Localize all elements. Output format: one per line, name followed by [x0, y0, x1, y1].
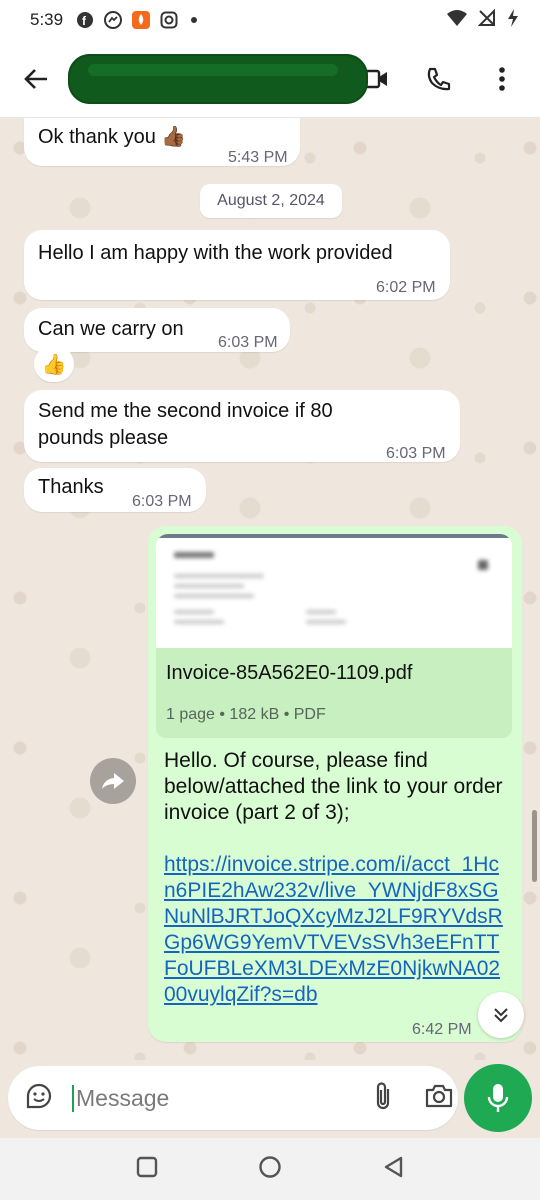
outgoing-message[interactable]: Invoice-85A562E0-1109.pdf 1 page • 182 k…: [148, 526, 522, 1042]
instagram-icon: [159, 10, 179, 30]
square-icon: [136, 1156, 158, 1177]
voice-call-button[interactable]: [420, 61, 456, 97]
emoji-sticker-icon[interactable]: [24, 1081, 54, 1116]
back-nav-button[interactable]: [382, 1155, 404, 1184]
reaction-badge[interactable]: 👍: [34, 346, 74, 382]
chat-area[interactable]: Ok thank you 👍🏾 5:43 PM August 2, 2024 H…: [0, 118, 540, 1060]
wifi-icon: [446, 9, 468, 32]
more-options-button[interactable]: [484, 61, 520, 97]
forward-button[interactable]: [90, 758, 136, 804]
message-text-block: Hello. Of course, please find below/atta…: [164, 748, 504, 1008]
message-text: Ok thank you 👍🏾: [38, 126, 187, 148]
phone-icon: [427, 67, 451, 90]
status-bar: 5:39 f: [0, 0, 540, 40]
message-time: 6:42 PM: [412, 1021, 472, 1038]
no-signal-icon: [477, 8, 496, 32]
incoming-message[interactable]: Ok thank you 👍🏾 5:43 PM: [24, 118, 300, 166]
message-text: Hello I am happy with the work provided: [38, 242, 393, 264]
message-time: 6:03 PM: [386, 445, 446, 462]
message-text: Can we carry on: [38, 318, 184, 340]
triangle-back-icon: [384, 1156, 403, 1177]
message-time: 6:03 PM: [132, 493, 192, 510]
arrow-left-icon: [24, 68, 47, 89]
document-name: Invoice-85A562E0-1109.pdf: [166, 662, 413, 684]
attachment-icon[interactable]: [372, 1081, 394, 1116]
forward-icon: [102, 773, 124, 789]
invoice-link[interactable]: https://invoice.stripe.com/i/acct_1Hcn6P…: [164, 852, 504, 1008]
message-input[interactable]: [72, 1084, 372, 1112]
back-button[interactable]: [14, 57, 58, 101]
microphone-icon: [487, 1084, 509, 1112]
scroll-to-bottom-button[interactable]: [478, 992, 524, 1038]
recents-button[interactable]: [136, 1156, 158, 1183]
date-separator: August 2, 2024: [200, 184, 342, 218]
system-navigation-bar: [0, 1138, 540, 1200]
battery-charging-icon: [506, 8, 520, 33]
status-time: 5:39: [30, 10, 64, 29]
scrollbar[interactable]: [532, 810, 537, 882]
message-composer: [8, 1066, 458, 1130]
messenger-icon: [103, 10, 123, 30]
camera-icon[interactable]: [424, 1083, 454, 1114]
incoming-message[interactable]: Hello I am happy with the work provided …: [24, 230, 450, 300]
message-time: 6:03 PM: [218, 334, 278, 351]
app-notification-icon: [131, 10, 151, 30]
voice-message-button[interactable]: [464, 1064, 532, 1132]
circle-icon: [259, 1155, 281, 1178]
more-options-icon: [499, 66, 505, 91]
document-attachment[interactable]: Invoice-85A562E0-1109.pdf 1 page • 182 k…: [156, 648, 512, 738]
chat-header: [0, 40, 540, 118]
document-info: 1 page • 182 kB • PDF: [166, 706, 326, 723]
message-time: 5:43 PM: [228, 149, 288, 166]
contact-name-redacted[interactable]: [68, 54, 368, 104]
incoming-message[interactable]: Thanks 6:03 PM: [24, 468, 206, 512]
document-thumbnail[interactable]: [156, 534, 512, 648]
double-chevron-down-icon: [494, 1008, 508, 1023]
message-text: Thanks: [38, 476, 104, 498]
incoming-message[interactable]: Can we carry on 6:03 PM: [24, 308, 290, 352]
message-time: 6:02 PM: [376, 279, 436, 296]
message-text: Send me the second invoice if 80 pounds …: [38, 400, 333, 449]
message-text: Hello. Of course, please find below/atta…: [164, 749, 503, 824]
home-button[interactable]: [258, 1155, 282, 1184]
incoming-message[interactable]: Send me the second invoice if 80 pounds …: [24, 390, 460, 462]
dot-icon: [191, 17, 198, 23]
facebook-icon: f: [75, 10, 95, 30]
